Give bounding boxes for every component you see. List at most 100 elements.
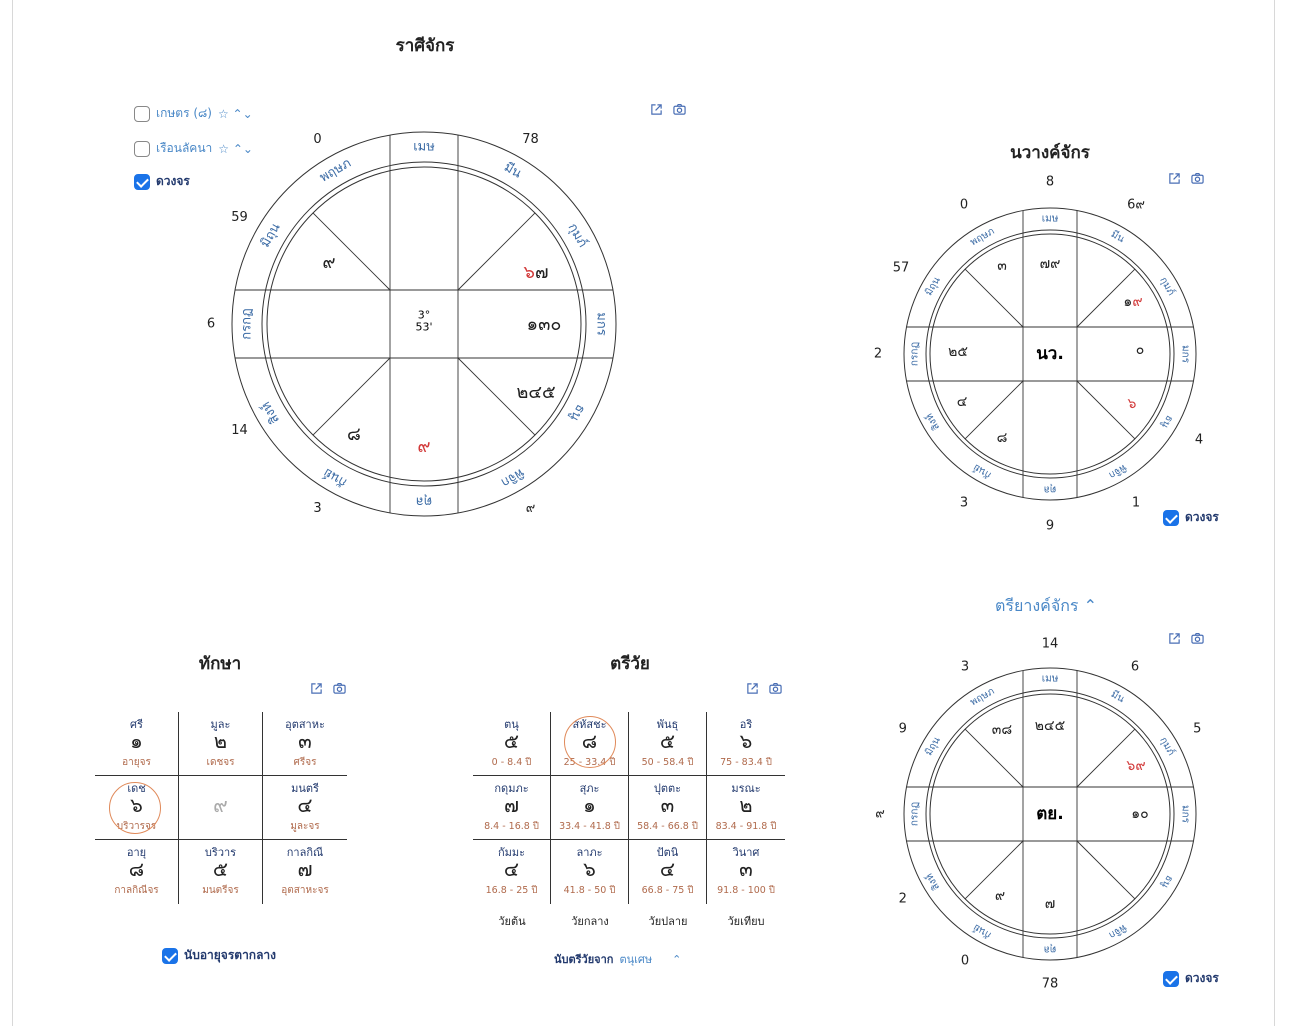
cell-caption: 8.4 - 16.8 ปี <box>484 821 539 832</box>
taksa-toolbar <box>310 682 346 695</box>
triyang-duangjon[interactable]: ดวงจร <box>1163 969 1219 988</box>
taksa-count-option[interactable]: นับอายุจรตากลาง <box>162 946 276 965</box>
cell-title: ปัตนิ <box>656 846 679 859</box>
house-degree-label: 14 <box>1042 637 1059 652</box>
taksa-cell: กาลกิณี๗อุตสาหะจร <box>263 840 347 904</box>
center-label: ตย. <box>1036 804 1063 824</box>
house-degree-label: 2 <box>874 347 882 362</box>
chevron-updown-icon[interactable]: ⌃ <box>672 953 681 966</box>
cell-title: มูละ <box>210 718 231 731</box>
triwai-cell: กดุมภะ๗ 8.4 - 16.8 ปี <box>473 776 551 840</box>
navang-duangjon[interactable]: ดวงจร <box>1163 508 1219 527</box>
cell-caption: 75 - 83.4 ปี <box>720 757 772 768</box>
cell-caption: 58.4 - 66.8 ปี <box>637 821 698 832</box>
planet-cell: ๓ <box>997 258 1007 274</box>
checkbox-checked[interactable] <box>162 947 178 964</box>
cell-number: ๗ <box>503 793 520 817</box>
checkbox[interactable] <box>134 140 150 157</box>
cell-caption: 50 - 58.4 ปี <box>641 757 694 768</box>
cell-number: ๒ <box>739 793 753 817</box>
house-degree-label: 5 <box>1193 722 1201 737</box>
triwai-title: ตรีวัย <box>610 654 650 674</box>
house-degree-label: 0 <box>961 954 969 969</box>
sign-label: สิงห์ <box>258 399 283 427</box>
cell-number: ๖ <box>583 857 596 881</box>
sign-label: ตุล <box>416 494 432 509</box>
rasi-title: ราศีจักร <box>395 36 455 56</box>
planet-cell: ๙ <box>417 436 430 457</box>
star-sort-icon[interactable]: ☆ ⌃⌄ <box>218 107 253 121</box>
triyang-title-select[interactable]: ตรียางค์จักร ⌃ <box>995 594 1097 619</box>
highlight-circle <box>109 782 161 834</box>
taksa-title: ทักษา <box>198 654 242 674</box>
sign-label: ธนู <box>1159 873 1175 890</box>
triwai-cell: ปุตตะ๓ 58.4 - 66.8 ปี <box>629 776 707 840</box>
cell-caption: 41.8 - 50 ปี <box>563 885 616 896</box>
count-value[interactable]: ตนุเศษ <box>619 950 652 968</box>
house-degree-label: 6 <box>1131 659 1139 674</box>
open-external-icon[interactable] <box>650 103 663 116</box>
triwai-cell: กัมมะ๔ 16.8 - 25 ปี <box>473 840 551 904</box>
sign-label: ตุล <box>1044 484 1057 495</box>
navang-chart: เมษมีนกุมภ์มกรธนูพิจิกตุลกันย์สิงห์กรกฏม… <box>874 175 1203 531</box>
camera-icon[interactable] <box>673 103 686 116</box>
planet-cell: ๓๘ <box>992 722 1012 738</box>
cell-title: อุตสาหะ <box>285 718 325 731</box>
planet-cell: ๙ <box>322 252 335 273</box>
sign-label: มิถุน <box>923 735 942 758</box>
cell-caption: มนตรีจร <box>202 885 239 896</box>
triwai-count-select[interactable]: นับตรีวัยจาก ตนุเศษ ⌃ <box>554 950 681 968</box>
cell-title: อริ <box>739 718 753 731</box>
cell-caption: 16.8 - 25 ปี <box>485 885 538 896</box>
checkbox-checked[interactable] <box>1163 970 1179 987</box>
sign-label: เมษ <box>1042 214 1059 225</box>
option-label: นับอายุจรตากลาง <box>184 948 277 962</box>
house-degree-label: 1 <box>1132 495 1140 510</box>
triwai-cell: ลาภะ๖ 41.8 - 50 ปี <box>551 840 629 904</box>
cell-caption: 66.8 - 75 ปี <box>641 885 694 896</box>
cell-number: ๓ <box>739 857 753 881</box>
cell-caption: 33.4 - 41.8 ปี <box>559 821 620 832</box>
sign-label: พิจิก <box>1107 922 1129 941</box>
cell-title: มรณะ <box>731 782 761 795</box>
cell-caption: มูละจร <box>290 821 320 832</box>
taksa-grid: ศรี๑อายุจร มูละ๒เดชจร อุตสาหะ๓ศรีจร เดช๖บริ… <box>95 712 347 906</box>
planet-cell: ๐ <box>1136 342 1145 358</box>
house-degree-label: 14 <box>231 423 248 438</box>
cell-title: กาลกิณี <box>286 846 324 859</box>
triyang-title: ตรียางค์จักร <box>995 596 1079 615</box>
sign-label: มิถุน <box>923 275 942 298</box>
checkbox-checked[interactable] <box>1163 509 1179 526</box>
triwai-cell: สุภะ๑ 33.4 - 41.8 ปี <box>551 776 629 840</box>
triwai-cell: พันธุ๕ 50 - 58.4 ปี <box>629 712 707 776</box>
cell-number: ๑ <box>130 729 143 753</box>
taksa-cell: อุตสาหะ๓ศรีจร <box>263 712 347 776</box>
cell-number: ๔ <box>297 793 313 817</box>
house-degree-label: ๙ <box>526 501 536 516</box>
triwai-cell: มรณะ๒ 83.4 - 91.8 ปี <box>707 776 785 840</box>
sign-label: ธนู <box>1159 413 1175 430</box>
house-degree-label: 3 <box>313 501 321 516</box>
cell-caption: 0 - 8.4 ปี <box>491 757 532 768</box>
house-degree-label: 3 <box>960 495 968 510</box>
rasi-toolbar <box>650 103 686 116</box>
cell-title: บริวาร <box>204 846 237 859</box>
camera-icon[interactable] <box>769 682 782 695</box>
page-border-right <box>1274 0 1275 1026</box>
open-external-icon[interactable] <box>310 682 323 695</box>
cell-title: ลาภะ <box>576 846 603 859</box>
planet-cell: ๑๐ <box>1131 806 1148 822</box>
sign-label: กันย์ <box>971 461 993 481</box>
triwai-cell: ตนุ๕ 0 - 8.4 ปี <box>473 712 551 776</box>
checkbox[interactable] <box>134 105 150 122</box>
sign-label: เมษ <box>1042 674 1059 685</box>
checkbox-checked[interactable] <box>134 173 150 190</box>
planet-cell: ๖๗ <box>524 262 549 283</box>
planet-cell: ๘ <box>347 424 361 445</box>
house-degree-label: ๙ <box>875 807 885 822</box>
house-degree-label: 2 <box>899 892 907 907</box>
open-external-icon[interactable] <box>746 682 759 695</box>
house-degree-label: 8 <box>1046 175 1054 190</box>
house-degree-label: 9 <box>1046 519 1054 531</box>
camera-icon[interactable] <box>333 682 346 695</box>
